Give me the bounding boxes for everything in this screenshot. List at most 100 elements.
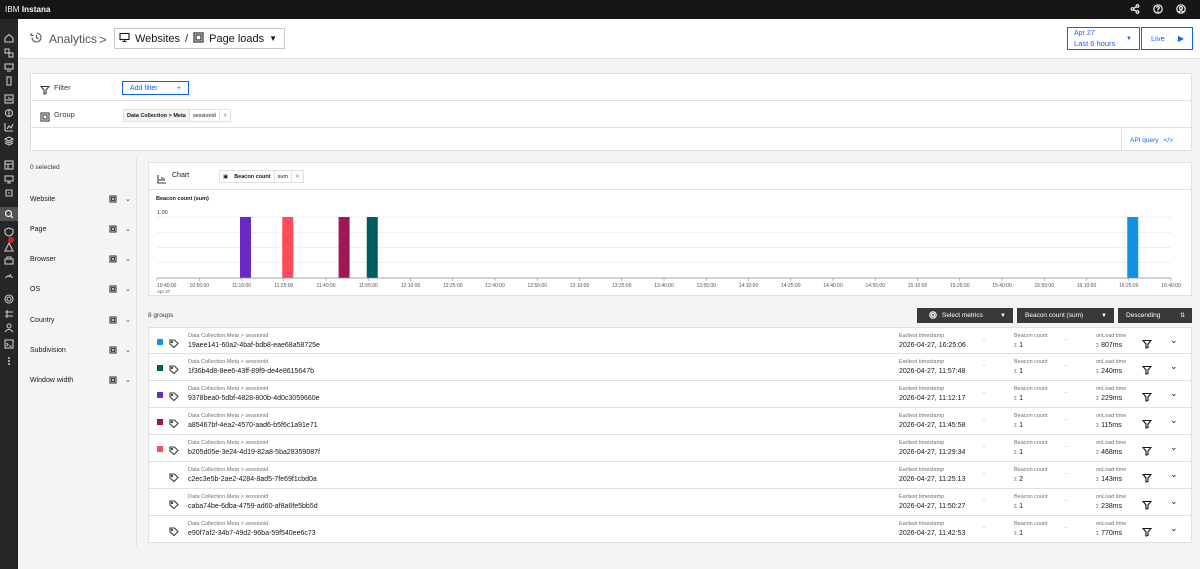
home-icon[interactable] [4, 30, 14, 43]
share-icon[interactable] [1130, 1, 1140, 19]
chevron-down-icon[interactable]: ⌄ [125, 346, 131, 354]
filter-icon[interactable] [1141, 470, 1153, 483]
sidebar-item-os[interactable]: OS ⌄ [30, 283, 133, 295]
brand-logo[interactable]: IBM Instana [0, 5, 51, 14]
filter-icon[interactable] [1141, 336, 1153, 349]
select-metrics-button[interactable]: Select metrics ▼ [917, 308, 1013, 323]
table-row[interactable]: Data Collection.Meta > sessionid c2ec3e5b… [148, 462, 1192, 489]
metric-dropdown[interactable]: Beacon count (sum) ▼ [1017, 308, 1114, 323]
user-icon[interactable] [1176, 1, 1186, 19]
chart-bar[interactable] [240, 217, 251, 278]
row-session-id[interactable]: b205d05e-3e24-4d19-82a8-5ba28359087f [188, 449, 320, 456]
sidebar-item-browser[interactable]: Browser ⌄ [30, 253, 133, 265]
time-picker[interactable]: Apr 27 Last 6 hours ▼ [1067, 27, 1140, 50]
beacon-count-chart[interactable]: 1.0010:40:00 10:55:00 11:10:00 11:25:00 11:4… [149, 205, 1191, 295]
table-row[interactable]: Data Collection.Meta > sessionid 19aee141… [148, 327, 1192, 354]
synthetics-icon[interactable] [4, 119, 14, 132]
filter-icon[interactable] [1141, 524, 1153, 537]
live-button[interactable]: Live ▶ [1141, 27, 1193, 50]
api-query-button[interactable]: API query </> [1121, 129, 1191, 151]
settings-icon[interactable] [4, 291, 14, 304]
row-session-id[interactable]: e90f7af2-34b7-49d2-96ba-59f540ee6c73 [188, 530, 316, 537]
help-icon[interactable] [1153, 1, 1163, 19]
add-filter-button[interactable]: Add filter + [122, 81, 189, 95]
filter-icon[interactable] [1141, 389, 1153, 402]
row-session-id[interactable]: caba74be-6dba-4759-ad60-af8a6fe5bb5d [188, 503, 318, 510]
chevron-down-icon[interactable]: ⌄ [1170, 442, 1178, 453]
sidebar-item-country[interactable]: Country ⌄ [30, 314, 133, 326]
sidebar-item-subdivision[interactable]: Subdivision ⌄ [30, 344, 133, 356]
metric-tag[interactable]: ▣ Beacon count sum ✕ [219, 170, 304, 183]
chart-bar[interactable] [338, 217, 350, 278]
table-row[interactable]: Data Collection.Meta > sessionid 1f36b4d8… [148, 354, 1192, 381]
group-icon[interactable] [109, 255, 117, 263]
mobile-apps-icon[interactable] [4, 73, 14, 86]
chevron-down-icon[interactable]: ⌄ [1170, 335, 1178, 346]
group-icon[interactable] [109, 225, 117, 233]
table-row[interactable]: Data Collection.Meta > sessionid b205d05e… [148, 435, 1192, 462]
table-row[interactable]: Data Collection.Meta > sessionid e90f7af2… [148, 516, 1192, 543]
automation-icon[interactable] [4, 253, 14, 265]
group-icon[interactable] [109, 376, 117, 384]
group-icon[interactable] [109, 195, 117, 203]
filter-icon[interactable] [1141, 497, 1153, 510]
table-row[interactable]: Data Collection.Meta > sessionid a85467bf… [148, 408, 1192, 435]
filter-icon[interactable] [1141, 443, 1153, 456]
dashboard-icon[interactable] [4, 91, 14, 104]
gear-icon [929, 310, 937, 321]
chevron-down-icon[interactable]: ⌄ [125, 195, 131, 203]
chevron-down-icon[interactable]: ⌄ [1170, 415, 1178, 426]
filter-icon[interactable] [1141, 362, 1153, 375]
entity-selector[interactable]: Websites / Page loads ▼ [114, 28, 286, 49]
sort-order-dropdown[interactable]: Descending ⇅ [1118, 308, 1192, 323]
services-icon[interactable] [4, 105, 14, 118]
platforms-icon[interactable] [4, 157, 14, 170]
row-session-id[interactable]: 9378bea0-5dbf-4828-800b-4d0c3059660e [188, 395, 320, 402]
applications-icon[interactable] [4, 45, 14, 58]
row-session-id[interactable]: 19aee141-60a2-4baf-bdb8-eae68a58725e [188, 342, 320, 349]
filter-icon[interactable] [1141, 416, 1153, 429]
websites-icon[interactable] [4, 59, 14, 72]
close-icon[interactable]: ✕ [290, 171, 303, 182]
integrations-icon[interactable] [4, 306, 14, 318]
chevron-down-icon[interactable]: ⌄ [125, 376, 131, 384]
chevron-down-icon[interactable]: ⌄ [125, 316, 131, 324]
group-tag[interactable]: Data Collection > Meta sessionid ✕ [123, 109, 232, 122]
more-icon[interactable] [4, 353, 14, 366]
security-icon[interactable] [4, 224, 14, 237]
chevron-down-icon[interactable]: ⌄ [1170, 388, 1178, 399]
table-row[interactable]: Data Collection.Meta > sessionid caba74be… [148, 489, 1192, 516]
gauge-icon[interactable] [4, 267, 14, 279]
sidebar-item-website[interactable]: Website ⌄ [30, 193, 133, 205]
row-session-id[interactable]: 1f36b4d8-8ee6-43ff-89f9-de4e8615647b [188, 368, 314, 375]
group-icon[interactable] [109, 346, 117, 354]
agents-icon[interactable] [4, 320, 14, 333]
chart-bar[interactable] [1127, 217, 1139, 278]
chevron-down-icon[interactable]: ⌄ [125, 285, 131, 293]
chevron-down-icon[interactable]: ⌄ [1170, 469, 1178, 480]
chevron-down-icon[interactable]: ⌄ [125, 255, 131, 263]
sidebar-item-page[interactable]: Page ⌄ [30, 223, 133, 235]
chevron-down-icon[interactable]: ⌄ [1170, 523, 1178, 534]
sidebar-item-window-width[interactable]: Window width ⌄ [30, 374, 133, 386]
kubernetes-icon[interactable] [4, 171, 14, 184]
chevron-down-icon[interactable]: ⌄ [1170, 361, 1178, 372]
chevron-down-icon[interactable]: ⌄ [1170, 496, 1178, 507]
group-icon[interactable] [109, 316, 117, 324]
analytics-icon[interactable] [0, 207, 18, 221]
entity-page-loads[interactable]: Page loads [209, 33, 264, 45]
row-session-id[interactable]: c2ec3e5b-2ae2-4284-8ad5-7fe69f1cbd0a [188, 476, 317, 483]
entity-websites[interactable]: Websites [135, 33, 180, 45]
close-icon[interactable]: ✕ [218, 110, 231, 121]
chart-bar[interactable] [282, 217, 294, 278]
chart-bar[interactable] [366, 217, 378, 278]
breadcrumb-analytics[interactable]: Analytics [30, 19, 97, 59]
group-icon[interactable] [109, 285, 117, 293]
chevron-down-icon[interactable]: ⌄ [125, 225, 131, 233]
terminal-icon[interactable] [4, 336, 14, 349]
row-session-id[interactable]: a85467bf-4ea2-4570-aad6-b5f6c1a91e71 [188, 422, 318, 429]
events-icon[interactable] [4, 185, 14, 197]
infrastructure-icon[interactable] [3, 133, 15, 146]
table-row[interactable]: Data Collection.Meta > sessionid 9378bea0… [148, 381, 1192, 408]
chevron-down-icon[interactable]: ▼ [269, 34, 277, 43]
